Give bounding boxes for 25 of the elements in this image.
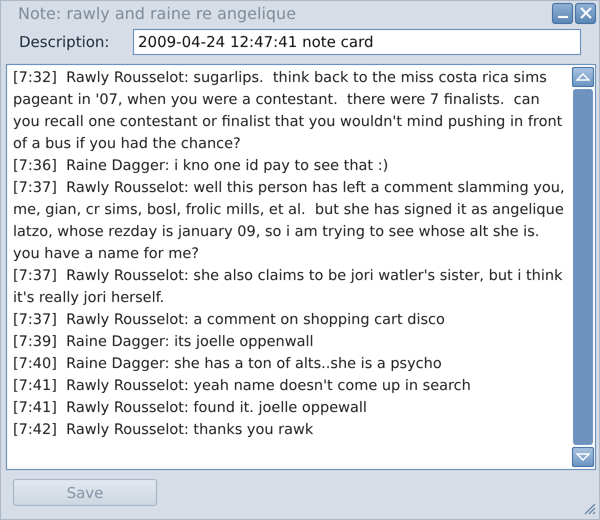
chat-message: [7:36] Raine Dagger: i kno one id pay to see that :)	[13, 157, 390, 176]
window-title: Note: rawly and raine re angelique	[17, 4, 298, 22]
up-arrow-icon	[576, 72, 590, 82]
chat-message: [7:39] Raine Dagger: its joelle oppenwall	[13, 333, 315, 352]
scroll-down-button[interactable]	[572, 447, 594, 467]
chat-message: [7:42] Rawly Rousselot: thanks you rawk	[13, 421, 314, 440]
chat-message: [7:41] Rawly Rousselot: yeah name doesn't come up in search	[13, 377, 472, 396]
minimize-icon	[558, 16, 568, 18]
description-field[interactable]: 2009-04-24 12:47:41 note card	[133, 29, 581, 55]
note-text-area[interactable]	[6, 64, 596, 470]
description-label: Description:	[18, 33, 110, 51]
chat-message: [7:40] Raine Dagger: she has a ton of alts..she is a psycho	[13, 355, 443, 374]
chat-message: [7:37] Rawly Rousselot: she also claims to be jori watler's sister, but i think it's really jori herself.	[13, 267, 564, 308]
scroll-thumb[interactable]	[573, 89, 593, 445]
chat-message: [7:37] Rawly Rousselot: a comment on shopping cart disco	[13, 311, 446, 330]
down-arrow-icon	[576, 452, 590, 462]
close-button[interactable]	[575, 2, 596, 24]
scroll-up-button[interactable]	[572, 67, 594, 87]
resize-grip-icon	[582, 501, 596, 515]
chat-message: [7:32] Rawly Rousselot: sugarlips. think back to the miss costa rica sims pageant in '07, when you were a contestant. there were 7 finalists. can you recall one contestant or finalist that you wouldn't mind pushing in front of a bus if you had the chance?	[13, 69, 564, 154]
chat-message: [7:37] Rawly Rousselot: well this person has left a comment slamming you, me, gian, cr sims, bosl, frolic mills, et al. but she has signed it as angelique latzo, whose rezday is january 09, so i am trying to see whose alt she is. you have a name for me?	[13, 179, 565, 264]
scrollbar[interactable]	[571, 65, 595, 469]
chat-message: [7:41] Rawly Rousselot: found it. joelle oppewall	[13, 399, 368, 418]
minimize-button[interactable]	[552, 2, 573, 24]
close-icon	[578, 6, 592, 20]
